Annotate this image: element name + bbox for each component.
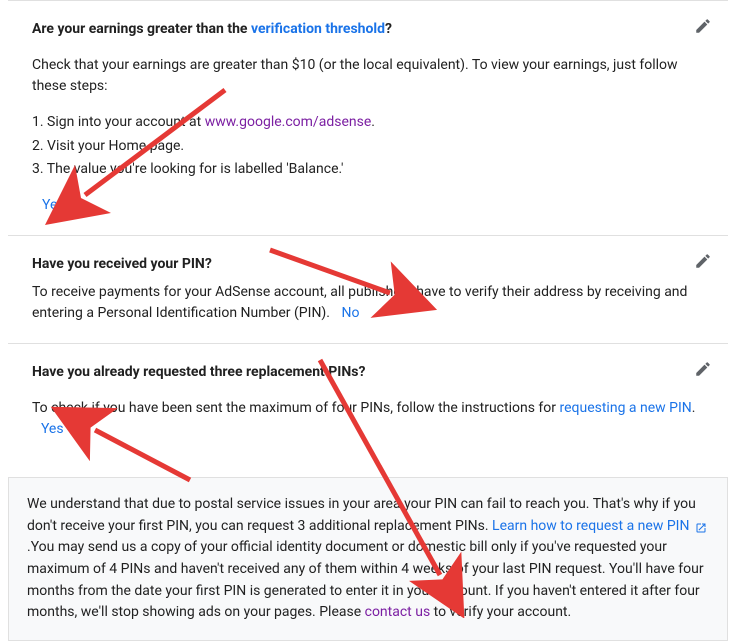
desc-text: To check if you have been sent the maxim…: [32, 400, 559, 416]
info-box: We understand that due to postal service…: [8, 477, 728, 641]
requesting-new-pin-link[interactable]: requesting a new PIN: [559, 400, 691, 416]
desc-text: To receive payments for your AdSense acc…: [32, 284, 687, 322]
section-title: Have you already requested three replace…: [32, 362, 704, 384]
section-description: Check that your earnings are greater tha…: [32, 55, 704, 98]
answer-row: Yes: [32, 195, 704, 217]
pencil-icon[interactable]: [694, 17, 712, 35]
section-description: To receive payments for your AdSense acc…: [32, 282, 704, 325]
step-text: .: [371, 114, 375, 130]
section-received-pin: Have you received your PIN? To receive p…: [8, 236, 728, 344]
external-link-icon: [695, 520, 707, 532]
step-3: 3. The value you're looking for is label…: [32, 159, 704, 181]
title-text: ?: [385, 21, 392, 37]
pencil-icon[interactable]: [694, 252, 712, 270]
step-1: 1. Sign into your account at www.google.…: [32, 112, 704, 134]
section-description: To check if you have been sent the maxim…: [32, 398, 704, 441]
steps-list: 1. Sign into your account at www.google.…: [32, 112, 704, 181]
answer-yes[interactable]: Yes: [42, 195, 65, 217]
step-2: 2. Visit your Home page.: [32, 136, 704, 158]
adsense-url-link[interactable]: www.google.com/adsense: [205, 114, 372, 130]
step-text: 1. Sign into your account at: [32, 114, 205, 130]
answer-yes[interactable]: Yes: [41, 421, 64, 437]
pencil-icon[interactable]: [694, 360, 712, 378]
answer-no[interactable]: No: [341, 305, 359, 321]
title-text: Are your earnings greater than the: [32, 21, 251, 37]
desc-text: .: [692, 400, 696, 416]
verification-threshold-link[interactable]: verification threshold: [251, 21, 385, 37]
learn-request-pin-link[interactable]: Learn how to request a new PIN: [492, 518, 689, 534]
section-title: Have you received your PIN?: [32, 254, 704, 276]
section-earnings-threshold: Are your earnings greater than the verif…: [8, 0, 728, 236]
section-replacement-pins: Have you already requested three replace…: [8, 344, 728, 459]
section-title: Are your earnings greater than the verif…: [32, 19, 704, 41]
